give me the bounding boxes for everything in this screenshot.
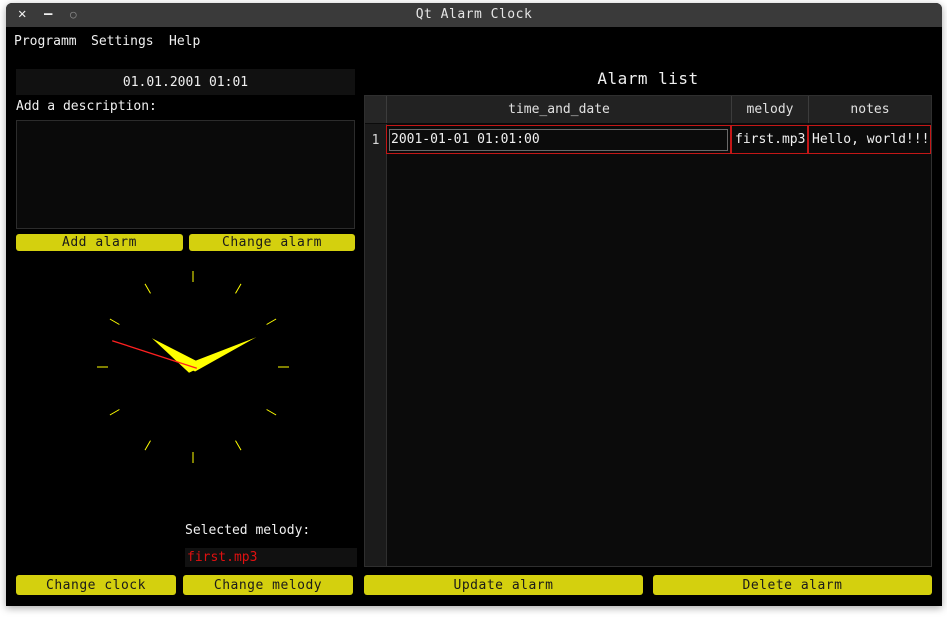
cell-editor[interactable]: 2001-01-01 01:01:00	[389, 128, 728, 151]
menu-bar: Programm Settings Help	[6, 27, 942, 53]
cell-time-and-date[interactable]: 2001-01-01 01:01:00	[386, 125, 731, 154]
menu-programm[interactable]: Programm	[14, 34, 77, 49]
column-header-time-and-date[interactable]: time_and_date	[387, 96, 732, 123]
selected-melody-value: first.mp3	[185, 548, 357, 567]
menu-help[interactable]: Help	[169, 34, 200, 49]
hour-tick	[235, 283, 242, 294]
title-bar: ✕ ‒ ○ Qt Alarm Clock	[6, 3, 942, 27]
change-melody-button[interactable]: Change melody	[183, 575, 353, 595]
hour-tick	[266, 409, 277, 416]
hour-tick	[144, 283, 151, 294]
change-clock-button[interactable]: Change clock	[16, 575, 176, 595]
row-header-column	[365, 124, 387, 566]
menu-settings[interactable]: Settings	[91, 34, 154, 49]
second-hand	[111, 340, 198, 369]
description-input[interactable]	[16, 120, 355, 229]
description-label: Add a description:	[16, 99, 157, 114]
column-header-notes[interactable]: notes	[809, 96, 931, 123]
alarm-table[interactable]: time_and_date melody notes 1 2001-01-01 …	[364, 95, 932, 567]
delete-alarm-button[interactable]: Delete alarm	[653, 575, 932, 595]
update-alarm-button[interactable]: Update alarm	[364, 575, 643, 595]
hour-tick	[109, 318, 120, 325]
table-corner-button[interactable]	[365, 96, 387, 123]
hour-tick	[144, 440, 151, 451]
hour-tick	[266, 318, 277, 325]
cell-notes[interactable]: Hello, world!!!	[808, 125, 931, 154]
change-alarm-button[interactable]: Change alarm	[189, 234, 355, 251]
selected-melody-label: Selected melody:	[185, 523, 311, 538]
window-title: Qt Alarm Clock	[415, 7, 533, 22]
analog-clock	[97, 271, 289, 463]
minute-hand	[189, 337, 257, 372]
add-alarm-button[interactable]: Add alarm	[16, 234, 183, 251]
cell-melody[interactable]: first.mp3	[731, 125, 808, 154]
row-header-1[interactable]: 1	[365, 133, 386, 148]
datetime-edit[interactable]: 01.01.2001 01:01	[16, 69, 355, 95]
column-header-melody[interactable]: melody	[732, 96, 809, 123]
hour-tick	[235, 440, 242, 451]
app-window: ✕ ‒ ○ Qt Alarm Clock Programm Settings H…	[6, 3, 942, 606]
hour-tick	[109, 409, 120, 416]
alarm-list-title: Alarm list	[597, 69, 699, 88]
